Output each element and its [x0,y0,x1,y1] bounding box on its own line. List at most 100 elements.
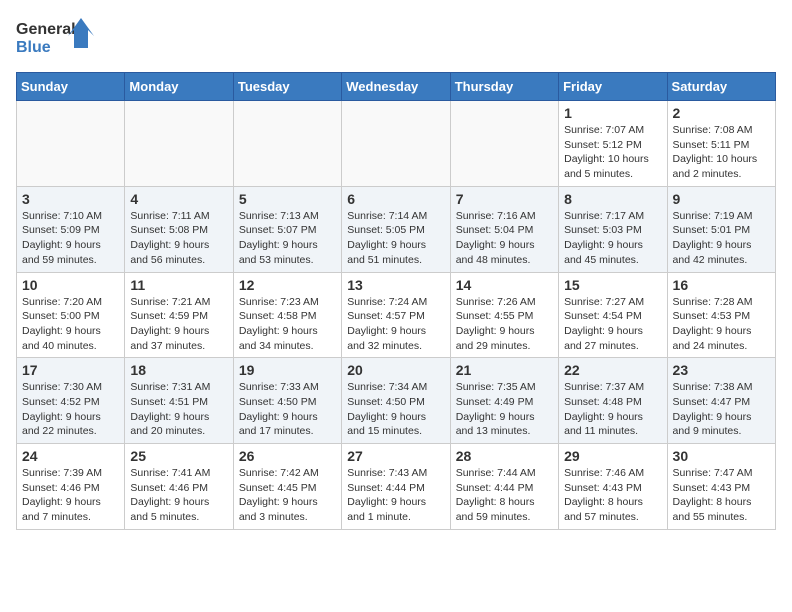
day-info: Sunrise: 7:39 AM Sunset: 4:46 PM Dayligh… [22,466,119,525]
day-number: 14 [456,277,553,293]
day-info: Sunrise: 7:33 AM Sunset: 4:50 PM Dayligh… [239,380,336,439]
week-row-1: 1 Sunrise: 7:07 AM Sunset: 5:12 PM Daylig… [17,101,776,187]
day-info: Sunrise: 7:28 AM Sunset: 4:53 PM Dayligh… [673,295,770,354]
day-cell: 2 Sunrise: 7:08 AM Sunset: 5:11 PM Daylig… [667,101,775,187]
day-number: 2 [673,105,770,121]
day-cell: 20 Sunrise: 7:34 AM Sunset: 4:50 PM Dayli… [342,358,450,444]
day-number: 22 [564,362,661,378]
day-number: 6 [347,191,444,207]
day-number: 3 [22,191,119,207]
day-number: 19 [239,362,336,378]
day-info: Sunrise: 7:44 AM Sunset: 4:44 PM Dayligh… [456,466,553,525]
weekday-header-wednesday: Wednesday [342,73,450,101]
day-number: 27 [347,448,444,464]
day-cell: 6 Sunrise: 7:14 AM Sunset: 5:05 PM Daylig… [342,186,450,272]
day-info: Sunrise: 7:17 AM Sunset: 5:03 PM Dayligh… [564,209,661,268]
week-row-4: 17 Sunrise: 7:30 AM Sunset: 4:52 PM Dayli… [17,358,776,444]
day-cell [125,101,233,187]
weekday-header-tuesday: Tuesday [233,73,341,101]
day-cell [233,101,341,187]
day-cell: 7Sunrise: 7:16 AM Sunset: 5:04 PM Daylig… [450,186,558,272]
day-cell: 17 Sunrise: 7:30 AM Sunset: 4:52 PM Dayli… [17,358,125,444]
day-info: Sunrise: 7:07 AM Sunset: 5:12 PM Dayligh… [564,123,661,182]
week-row-5: 24 Sunrise: 7:39 AM Sunset: 4:46 PM Dayli… [17,444,776,530]
day-info: Sunrise: 7:35 AM Sunset: 4:49 PM Dayligh… [456,380,553,439]
day-number: 25 [130,448,227,464]
day-number: 13 [347,277,444,293]
weekday-header-friday: Friday [559,73,667,101]
day-cell: 1 Sunrise: 7:07 AM Sunset: 5:12 PM Daylig… [559,101,667,187]
day-number: 24 [22,448,119,464]
day-info: Sunrise: 7:27 AM Sunset: 4:54 PM Dayligh… [564,295,661,354]
day-cell: 12Sunrise: 7:23 AM Sunset: 4:58 PM Dayli… [233,272,341,358]
day-number: 10 [22,277,119,293]
day-info: Sunrise: 7:21 AM Sunset: 4:59 PM Dayligh… [130,295,227,354]
day-cell: 23 Sunrise: 7:38 AM Sunset: 4:47 PM Dayli… [667,358,775,444]
day-cell: 14Sunrise: 7:26 AM Sunset: 4:55 PM Dayli… [450,272,558,358]
day-info: Sunrise: 7:10 AM Sunset: 5:09 PM Dayligh… [22,209,119,268]
calendar-table: SundayMondayTuesdayWednesdayThursdayFrid… [16,72,776,530]
day-number: 9 [673,191,770,207]
day-info: Sunrise: 7:38 AM Sunset: 4:47 PM Dayligh… [673,380,770,439]
day-info: Sunrise: 7:31 AM Sunset: 4:51 PM Dayligh… [130,380,227,439]
day-info: Sunrise: 7:30 AM Sunset: 4:52 PM Dayligh… [22,380,119,439]
day-number: 16 [673,277,770,293]
day-info: Sunrise: 7:34 AM Sunset: 4:50 PM Dayligh… [347,380,444,439]
day-cell: 19 Sunrise: 7:33 AM Sunset: 4:50 PM Dayli… [233,358,341,444]
day-cell: 4 Sunrise: 7:11 AM Sunset: 5:08 PM Daylig… [125,186,233,272]
day-cell: 11 Sunrise: 7:21 AM Sunset: 4:59 PM Dayli… [125,272,233,358]
day-cell: 15 Sunrise: 7:27 AM Sunset: 4:54 PM Dayli… [559,272,667,358]
day-cell: 30 Sunrise: 7:47 AM Sunset: 4:43 PM Dayli… [667,444,775,530]
day-number: 12 [239,277,336,293]
day-number: 1 [564,105,661,121]
day-info: Sunrise: 7:37 AM Sunset: 4:48 PM Dayligh… [564,380,661,439]
day-cell: 28 Sunrise: 7:44 AM Sunset: 4:44 PM Dayli… [450,444,558,530]
day-cell: 18 Sunrise: 7:31 AM Sunset: 4:51 PM Dayli… [125,358,233,444]
day-number: 30 [673,448,770,464]
logo: GeneralBlue [16,16,96,60]
day-info: Sunrise: 7:19 AM Sunset: 5:01 PM Dayligh… [673,209,770,268]
day-number: 28 [456,448,553,464]
weekday-header-monday: Monday [125,73,233,101]
day-cell: 29Sunrise: 7:46 AM Sunset: 4:43 PM Dayli… [559,444,667,530]
day-cell: 27 Sunrise: 7:43 AM Sunset: 4:44 PM Dayli… [342,444,450,530]
day-number: 8 [564,191,661,207]
day-info: Sunrise: 7:11 AM Sunset: 5:08 PM Dayligh… [130,209,227,268]
day-cell [450,101,558,187]
weekday-header-sunday: Sunday [17,73,125,101]
day-cell: 3 Sunrise: 7:10 AM Sunset: 5:09 PM Daylig… [17,186,125,272]
day-number: 15 [564,277,661,293]
day-number: 26 [239,448,336,464]
svg-text:Blue: Blue [16,39,51,56]
day-number: 21 [456,362,553,378]
day-cell: 10 Sunrise: 7:20 AM Sunset: 5:00 PM Dayli… [17,272,125,358]
header: GeneralBlue [16,16,776,60]
day-number: 29 [564,448,661,464]
day-cell: 9 Sunrise: 7:19 AM Sunset: 5:01 PM Daylig… [667,186,775,272]
svg-text:General: General [16,21,76,38]
logo-svg: GeneralBlue [16,16,96,60]
day-info: Sunrise: 7:20 AM Sunset: 5:00 PM Dayligh… [22,295,119,354]
week-row-2: 3 Sunrise: 7:10 AM Sunset: 5:09 PM Daylig… [17,186,776,272]
day-info: Sunrise: 7:14 AM Sunset: 5:05 PM Dayligh… [347,209,444,268]
day-info: Sunrise: 7:24 AM Sunset: 4:57 PM Dayligh… [347,295,444,354]
day-number: 20 [347,362,444,378]
weekday-header-thursday: Thursday [450,73,558,101]
day-number: 23 [673,362,770,378]
day-number: 17 [22,362,119,378]
day-info: Sunrise: 7:47 AM Sunset: 4:43 PM Dayligh… [673,466,770,525]
day-info: Sunrise: 7:43 AM Sunset: 4:44 PM Dayligh… [347,466,444,525]
day-number: 11 [130,277,227,293]
weekday-header-row: SundayMondayTuesdayWednesdayThursdayFrid… [17,73,776,101]
day-cell: 22 Sunrise: 7:37 AM Sunset: 4:48 PM Dayli… [559,358,667,444]
day-info: Sunrise: 7:16 AM Sunset: 5:04 PM Dayligh… [456,209,553,268]
day-cell: 25Sunrise: 7:41 AM Sunset: 4:46 PM Dayli… [125,444,233,530]
day-cell: 13 Sunrise: 7:24 AM Sunset: 4:57 PM Dayli… [342,272,450,358]
week-row-3: 10 Sunrise: 7:20 AM Sunset: 5:00 PM Dayli… [17,272,776,358]
day-cell: 5Sunrise: 7:13 AM Sunset: 5:07 PM Daylig… [233,186,341,272]
weekday-header-saturday: Saturday [667,73,775,101]
day-info: Sunrise: 7:42 AM Sunset: 4:45 PM Dayligh… [239,466,336,525]
day-number: 4 [130,191,227,207]
day-number: 18 [130,362,227,378]
day-info: Sunrise: 7:08 AM Sunset: 5:11 PM Dayligh… [673,123,770,182]
